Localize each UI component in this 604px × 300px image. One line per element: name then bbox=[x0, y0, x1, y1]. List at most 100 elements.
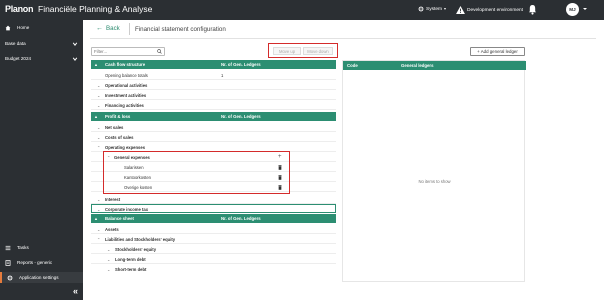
tree-row-label: Short-term debt bbox=[115, 267, 147, 272]
tree-row[interactable]: ⌄ Long-term debt bbox=[91, 254, 336, 264]
section-header-profit-loss[interactable]: ▲ Profit & loss Nr. of Gen. Ledgers bbox=[91, 112, 336, 121]
chevron-up-icon[interactable]: ▲ bbox=[94, 114, 98, 119]
search-icon[interactable] bbox=[157, 49, 162, 54]
section-header-balance-sheet[interactable]: ▲ Balance sheet Nr. of Gen. Ledgers bbox=[91, 214, 336, 223]
section-title: Balance sheet bbox=[105, 216, 134, 222]
top-bar: Planon Financiële Planning & Analyse Sys… bbox=[0, 0, 604, 20]
tree-row[interactable]: ⌄ Costs of sales bbox=[91, 132, 336, 142]
list-icon bbox=[5, 245, 11, 250]
column-header-count: Nr. of Gen. Ledgers bbox=[221, 216, 261, 222]
tree-row[interactable]: ⌄ Assets bbox=[91, 224, 336, 234]
sidebar-item-label: Reports - generic bbox=[17, 260, 53, 265]
chevron-down-icon[interactable] bbox=[583, 8, 587, 10]
environment-label: Development environment bbox=[467, 7, 523, 13]
chevron-down-icon[interactable]: ⌄ bbox=[97, 93, 100, 98]
ledger-table-header: Code General ledgers bbox=[343, 61, 526, 70]
sidebar-item-label: Base data bbox=[5, 41, 26, 46]
tree-row-label: Costs of sales bbox=[105, 135, 134, 140]
chevron-down-icon[interactable]: ⌄ bbox=[97, 103, 100, 108]
sidebar-item-application-settings[interactable]: Application settings bbox=[0, 272, 83, 283]
sidebar-item-label: Home bbox=[17, 25, 30, 30]
tree-row[interactable]: ⌄ Short-term debt bbox=[91, 264, 336, 274]
sidebar-item-label: Application settings bbox=[19, 275, 59, 280]
add-general-ledger-button[interactable]: + Add general ledger bbox=[470, 47, 525, 56]
section-title: Cash flow structure bbox=[105, 62, 146, 68]
sidebar-item-budget-2024[interactable]: Budget 2024 bbox=[0, 53, 83, 64]
move-buttons-highlight: Move up Move down bbox=[268, 43, 338, 58]
chevron-up-icon[interactable]: ▲ bbox=[94, 62, 98, 67]
chevron-down-icon bbox=[72, 57, 78, 61]
chevron-down-icon bbox=[72, 42, 78, 46]
move-down-button[interactable]: Move down bbox=[303, 47, 333, 55]
tree-row-label: Assets bbox=[105, 227, 119, 232]
sidebar: Home Base data Budget 2024 Tasks Reports… bbox=[0, 20, 83, 300]
chevron-down-icon[interactable]: ⌄ bbox=[107, 267, 110, 272]
app-title: Financiële Planning & Analyse bbox=[38, 4, 153, 14]
tree-row-label: Operational activities bbox=[105, 83, 148, 88]
chevron-down-icon[interactable]: ⌄ bbox=[107, 257, 110, 262]
sidebar-item-base-data[interactable]: Base data bbox=[0, 38, 83, 49]
empty-state-message: No items to show bbox=[418, 179, 451, 184]
system-menu[interactable]: System bbox=[418, 6, 446, 12]
tree-row[interactable]: ⌄ Operational activities bbox=[91, 80, 336, 90]
planon-logo[interactable]: Planon bbox=[5, 4, 34, 14]
chevron-down-icon[interactable]: ⌄ bbox=[97, 125, 100, 130]
tree-row-label: Opening balance totals bbox=[105, 73, 148, 78]
chevron-down-icon[interactable]: ⌄ bbox=[97, 83, 100, 88]
tree-row[interactable]: ⌄ Stockholders' equity bbox=[91, 244, 336, 254]
column-header-general-ledgers[interactable]: General ledgers bbox=[401, 63, 433, 68]
tree-row-label: Financing activities bbox=[105, 103, 144, 108]
tree-row-count: 1 bbox=[221, 73, 224, 78]
warning-icon bbox=[456, 6, 465, 14]
tree-row-label: Net sales bbox=[105, 125, 124, 130]
arrow-left-icon: ← bbox=[96, 25, 103, 32]
tree-row[interactable]: ⌄ Net sales bbox=[91, 122, 336, 132]
tree-row-label: Stockholders' equity bbox=[115, 247, 157, 252]
column-header-count: Nr. of Gen. Ledgers bbox=[221, 62, 261, 68]
chevron-up-icon[interactable]: ⌃ bbox=[97, 145, 100, 150]
user-avatar[interactable]: MJ bbox=[566, 3, 579, 16]
sidebar-item-tasks[interactable]: Tasks bbox=[0, 242, 83, 253]
header-separator bbox=[90, 38, 596, 39]
section-header-cash-flow[interactable]: ▲ Cash flow structure Nr. of Gen. Ledger… bbox=[91, 60, 336, 69]
gear-icon bbox=[418, 6, 424, 12]
gear-icon bbox=[7, 275, 13, 280]
general-ledgers-panel: Code General ledgers No items to show bbox=[342, 60, 526, 282]
chevron-up-icon[interactable]: ▲ bbox=[94, 216, 98, 221]
tree-row[interactable]: ⌄ Investment activities bbox=[91, 90, 336, 100]
move-up-button[interactable]: Move up bbox=[273, 47, 301, 55]
selected-row-outline bbox=[91, 204, 336, 213]
filter-input[interactable] bbox=[91, 47, 165, 56]
chevron-down-icon[interactable]: ⌄ bbox=[107, 247, 110, 252]
page-title: Financial statement configuration bbox=[135, 26, 226, 33]
chevron-down-icon[interactable]: ⌄ bbox=[97, 227, 100, 232]
tree-row[interactable]: ⌄ Interest bbox=[91, 194, 336, 204]
column-header-code[interactable]: Code bbox=[347, 63, 358, 68]
back-label: Back bbox=[106, 25, 120, 32]
tree-row[interactable]: Opening balance totals 1 bbox=[91, 70, 336, 80]
home-icon bbox=[5, 25, 11, 30]
system-label: System bbox=[426, 6, 442, 12]
sidebar-item-home[interactable]: Home bbox=[0, 22, 83, 33]
tree-row-label: Operating expenses bbox=[105, 145, 146, 150]
chevron-down-icon[interactable]: ⌄ bbox=[97, 197, 100, 202]
collapse-sidebar-icon[interactable]: « bbox=[73, 286, 78, 296]
back-button[interactable]: ← Back bbox=[96, 25, 120, 32]
general-expenses-highlight bbox=[103, 151, 290, 194]
chevron-up-icon[interactable]: ⌃ bbox=[97, 237, 100, 242]
tree-row-label: Long-term debt bbox=[115, 257, 146, 262]
tree-row-label: Interest bbox=[105, 197, 121, 202]
sidebar-item-label: Budget 2024 bbox=[5, 56, 32, 61]
chevron-down-icon[interactable]: ⌄ bbox=[97, 135, 100, 140]
tree-row-label: Liabilities and Stockholders' equity bbox=[105, 237, 176, 242]
chevron-down-icon bbox=[444, 8, 446, 10]
section-title: Profit & loss bbox=[105, 114, 131, 120]
column-header-count: Nr. of Gen. Ledgers bbox=[221, 114, 261, 120]
tree-row[interactable]: ⌄ Financing activities bbox=[91, 100, 336, 110]
sidebar-item-label: Tasks bbox=[17, 245, 29, 250]
header-divider bbox=[129, 23, 130, 35]
sidebar-item-reports[interactable]: Reports - generic bbox=[0, 257, 83, 268]
environment-indicator: Development environment bbox=[456, 6, 523, 14]
bell-icon[interactable] bbox=[528, 4, 537, 15]
tree-row[interactable]: ⌃ Liabilities and Stockholders' equity bbox=[91, 234, 336, 244]
